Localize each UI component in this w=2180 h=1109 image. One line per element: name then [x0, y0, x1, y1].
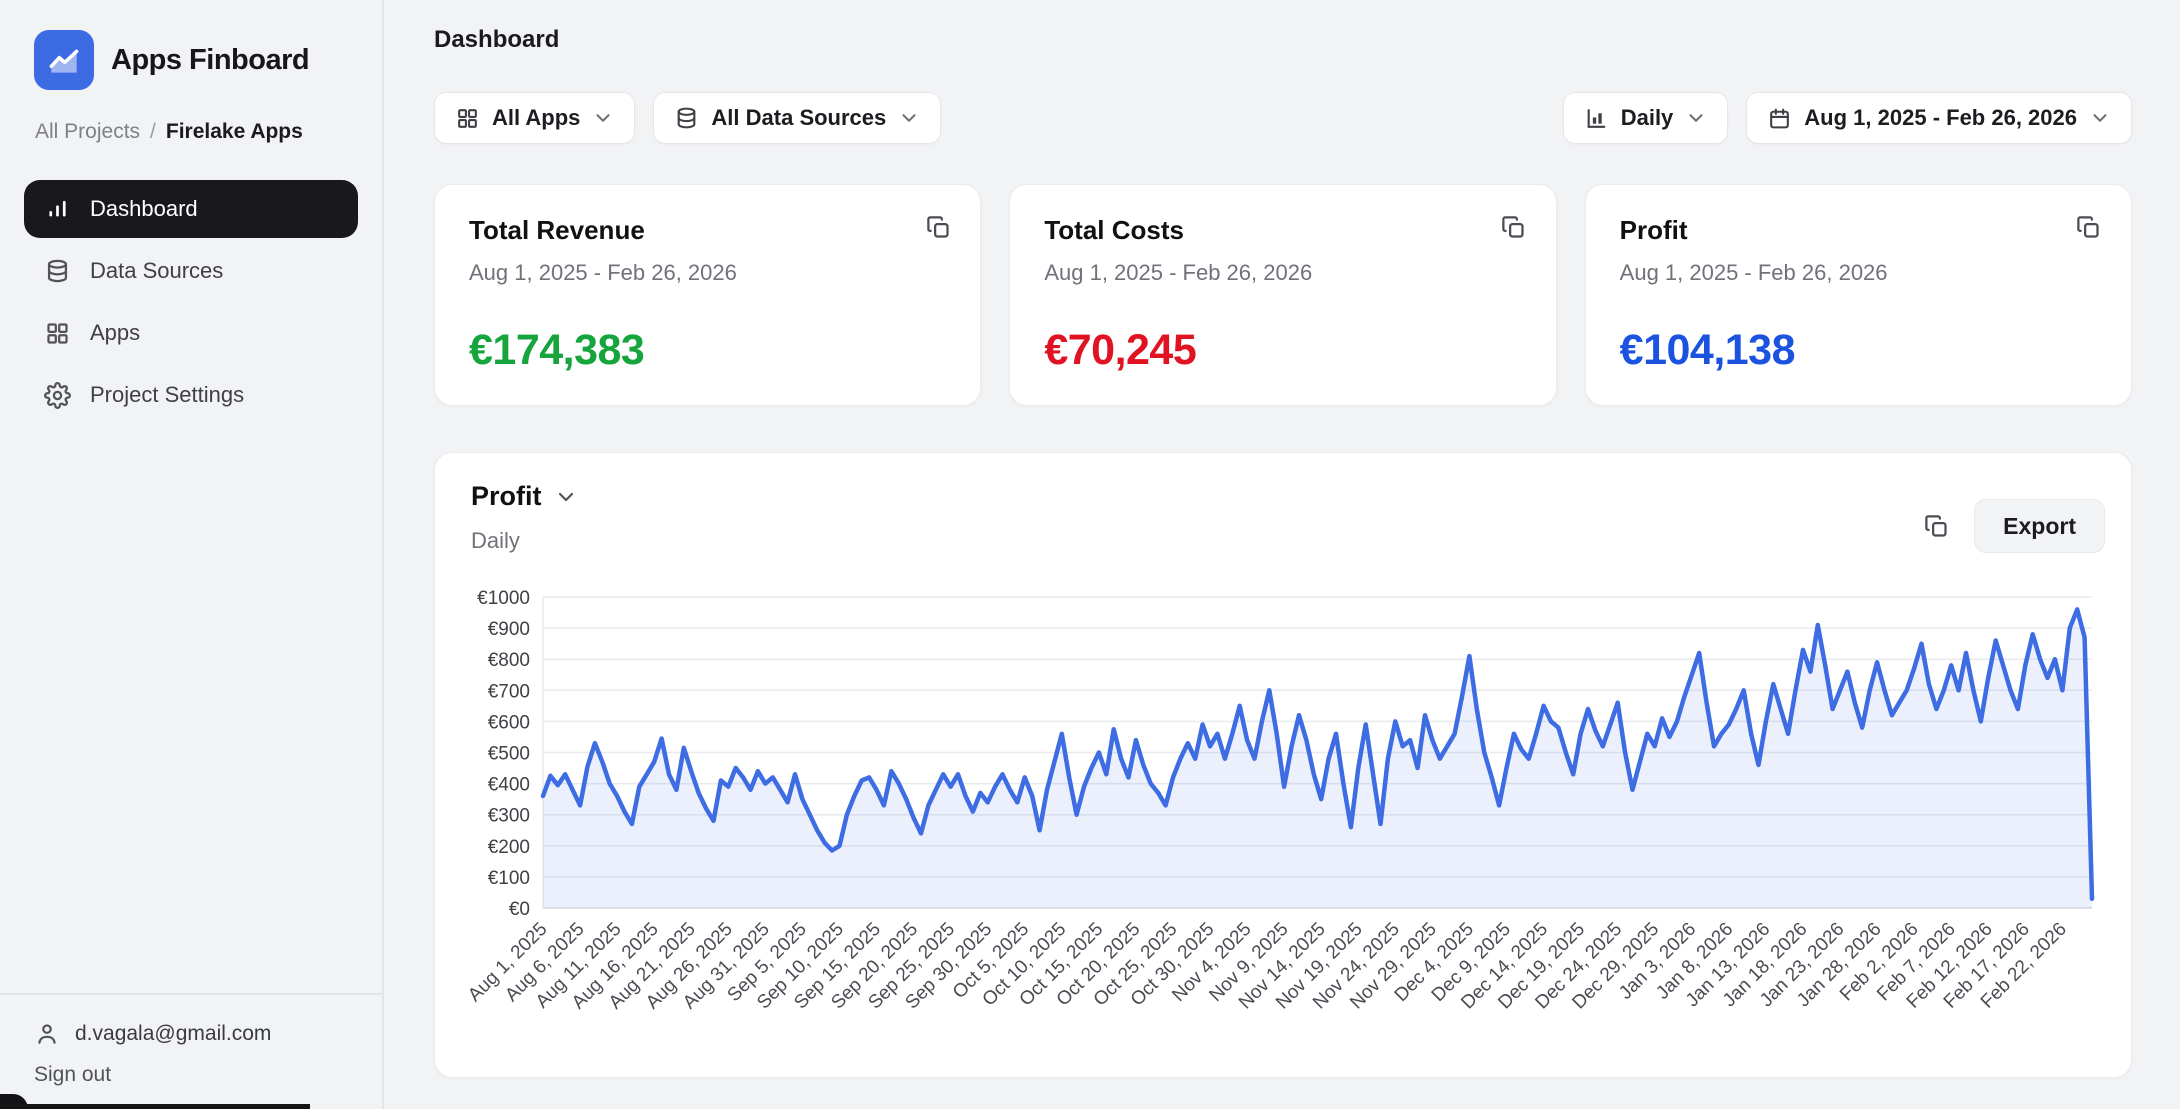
sidebar-item-label: Project Settings: [90, 382, 244, 408]
window-chrome-strip: [0, 1104, 310, 1109]
sidebar-item-project-settings[interactable]: Project Settings: [24, 366, 358, 424]
chart-canvas: €0 €100 €200 €300 €400 €500 €600 €700 €800 €900 €1…: [459, 580, 2108, 1058]
app-logo: Apps Finboard: [24, 30, 358, 90]
bar-chart-icon: [44, 196, 71, 223]
sidebar: Apps Finboard All Projects / Firelake Ap…: [0, 0, 384, 1109]
total-costs-card: Total Costs Aug 1, 2025 - Feb 26, 2026 €…: [1009, 184, 1556, 406]
copy-icon[interactable]: [2069, 207, 2109, 247]
copy-icon[interactable]: [1494, 207, 1534, 247]
date-range-label: Aug 1, 2025 - Feb 26, 2026: [1804, 105, 2077, 131]
sidebar-nav: Dashboard Data Sources Apps: [24, 180, 358, 424]
all-data-sources-label: All Data Sources: [711, 105, 886, 131]
granularity-label: Daily: [1621, 105, 1674, 131]
chevron-down-icon: [554, 485, 578, 509]
all-apps-dropdown[interactable]: All Apps: [434, 92, 635, 144]
page-title: Dashboard: [434, 26, 2132, 54]
sign-out-link[interactable]: Sign out: [34, 1063, 348, 1087]
export-button[interactable]: Export: [1974, 499, 2105, 553]
user-email: d.vagala@gmail.com: [75, 1022, 271, 1046]
stat-card-title: Profit: [1620, 215, 2097, 246]
filter-group-right: Daily Aug 1, 2025 - Feb 26, 2026: [1563, 92, 2132, 144]
svg-text:€400: €400: [488, 775, 530, 796]
profit-card: Profit Aug 1, 2025 - Feb 26, 2026 €104,1…: [1585, 184, 2132, 406]
svg-text:€100: €100: [488, 868, 530, 889]
gear-icon: [44, 382, 71, 409]
stat-card-value: €70,245: [1044, 326, 1521, 375]
sidebar-item-label: Apps: [90, 320, 140, 346]
stat-card-subtitle: Aug 1, 2025 - Feb 26, 2026: [469, 260, 946, 286]
stat-card-value: €104,138: [1620, 326, 2097, 375]
grid-icon: [44, 320, 71, 347]
svg-text:€500: €500: [488, 744, 530, 765]
svg-text:€700: €700: [488, 681, 530, 702]
chevron-down-icon: [2089, 107, 2111, 129]
calendar-icon: [1767, 106, 1792, 131]
main-content: Dashboard All Apps: [386, 0, 2180, 1109]
breadcrumb-current-project: Firelake Apps: [166, 120, 303, 144]
filter-group-left: All Apps All Data Sources: [434, 92, 941, 144]
svg-text:€900: €900: [488, 619, 530, 640]
grid-icon: [455, 106, 480, 131]
logo-icon: [34, 30, 94, 90]
svg-text:€0: €0: [509, 899, 530, 920]
all-data-sources-dropdown[interactable]: All Data Sources: [653, 92, 941, 144]
svg-text:€800: €800: [488, 650, 530, 671]
chevron-down-icon: [898, 107, 920, 129]
stat-card-value: €174,383: [469, 326, 946, 375]
total-revenue-card: Total Revenue Aug 1, 2025 - Feb 26, 2026…: [434, 184, 981, 406]
breadcrumb: All Projects / Firelake Apps: [24, 120, 358, 144]
profit-line-chart: €0 €100 €200 €300 €400 €500 €600 €700 €800 €900 €1…: [459, 580, 2107, 1058]
stat-card-title: Total Revenue: [469, 215, 946, 246]
breadcrumb-separator: /: [150, 120, 156, 144]
app-title: Apps Finboard: [111, 44, 309, 77]
svg-text:€200: €200: [488, 837, 530, 858]
database-icon: [674, 106, 699, 131]
sidebar-item-dashboard[interactable]: Dashboard: [24, 180, 358, 238]
sidebar-item-apps[interactable]: Apps: [24, 304, 358, 362]
sidebar-footer: d.vagala@gmail.com Sign out: [0, 993, 382, 1109]
sidebar-item-label: Data Sources: [90, 258, 223, 284]
svg-text:€600: €600: [488, 712, 530, 733]
date-range-picker[interactable]: Aug 1, 2025 - Feb 26, 2026: [1746, 92, 2132, 144]
copy-icon[interactable]: [1916, 506, 1956, 546]
user-account: d.vagala@gmail.com: [34, 1021, 348, 1047]
stat-card-subtitle: Aug 1, 2025 - Feb 26, 2026: [1044, 260, 1521, 286]
chevron-down-icon: [1685, 107, 1707, 129]
granularity-dropdown[interactable]: Daily: [1563, 92, 1729, 144]
database-icon: [44, 258, 71, 285]
chart-metric-dropdown[interactable]: Profit: [459, 481, 578, 512]
stat-cards-row: Total Revenue Aug 1, 2025 - Feb 26, 2026…: [434, 184, 2132, 406]
stat-card-subtitle: Aug 1, 2025 - Feb 26, 2026: [1620, 260, 2097, 286]
chart-actions: Export: [1916, 499, 2105, 553]
breadcrumb-all-projects[interactable]: All Projects: [35, 120, 140, 144]
all-apps-label: All Apps: [492, 105, 580, 131]
sidebar-item-label: Dashboard: [90, 196, 198, 222]
column-chart-icon: [1584, 106, 1609, 131]
svg-text:€1000: €1000: [477, 588, 530, 609]
svg-text:€300: €300: [488, 806, 530, 827]
chart-subtitle: Daily: [459, 528, 2107, 554]
filter-bar: All Apps All Data Sources: [434, 92, 2132, 144]
person-icon: [34, 1021, 60, 1047]
copy-icon[interactable]: [918, 207, 958, 247]
sidebar-item-data-sources[interactable]: Data Sources: [24, 242, 358, 300]
chart-title: Profit: [471, 481, 542, 512]
stat-card-title: Total Costs: [1044, 215, 1521, 246]
profit-chart-card: Profit Daily Export €0 €100 €200 €300 €400 €5…: [434, 452, 2132, 1078]
chevron-down-icon: [592, 107, 614, 129]
